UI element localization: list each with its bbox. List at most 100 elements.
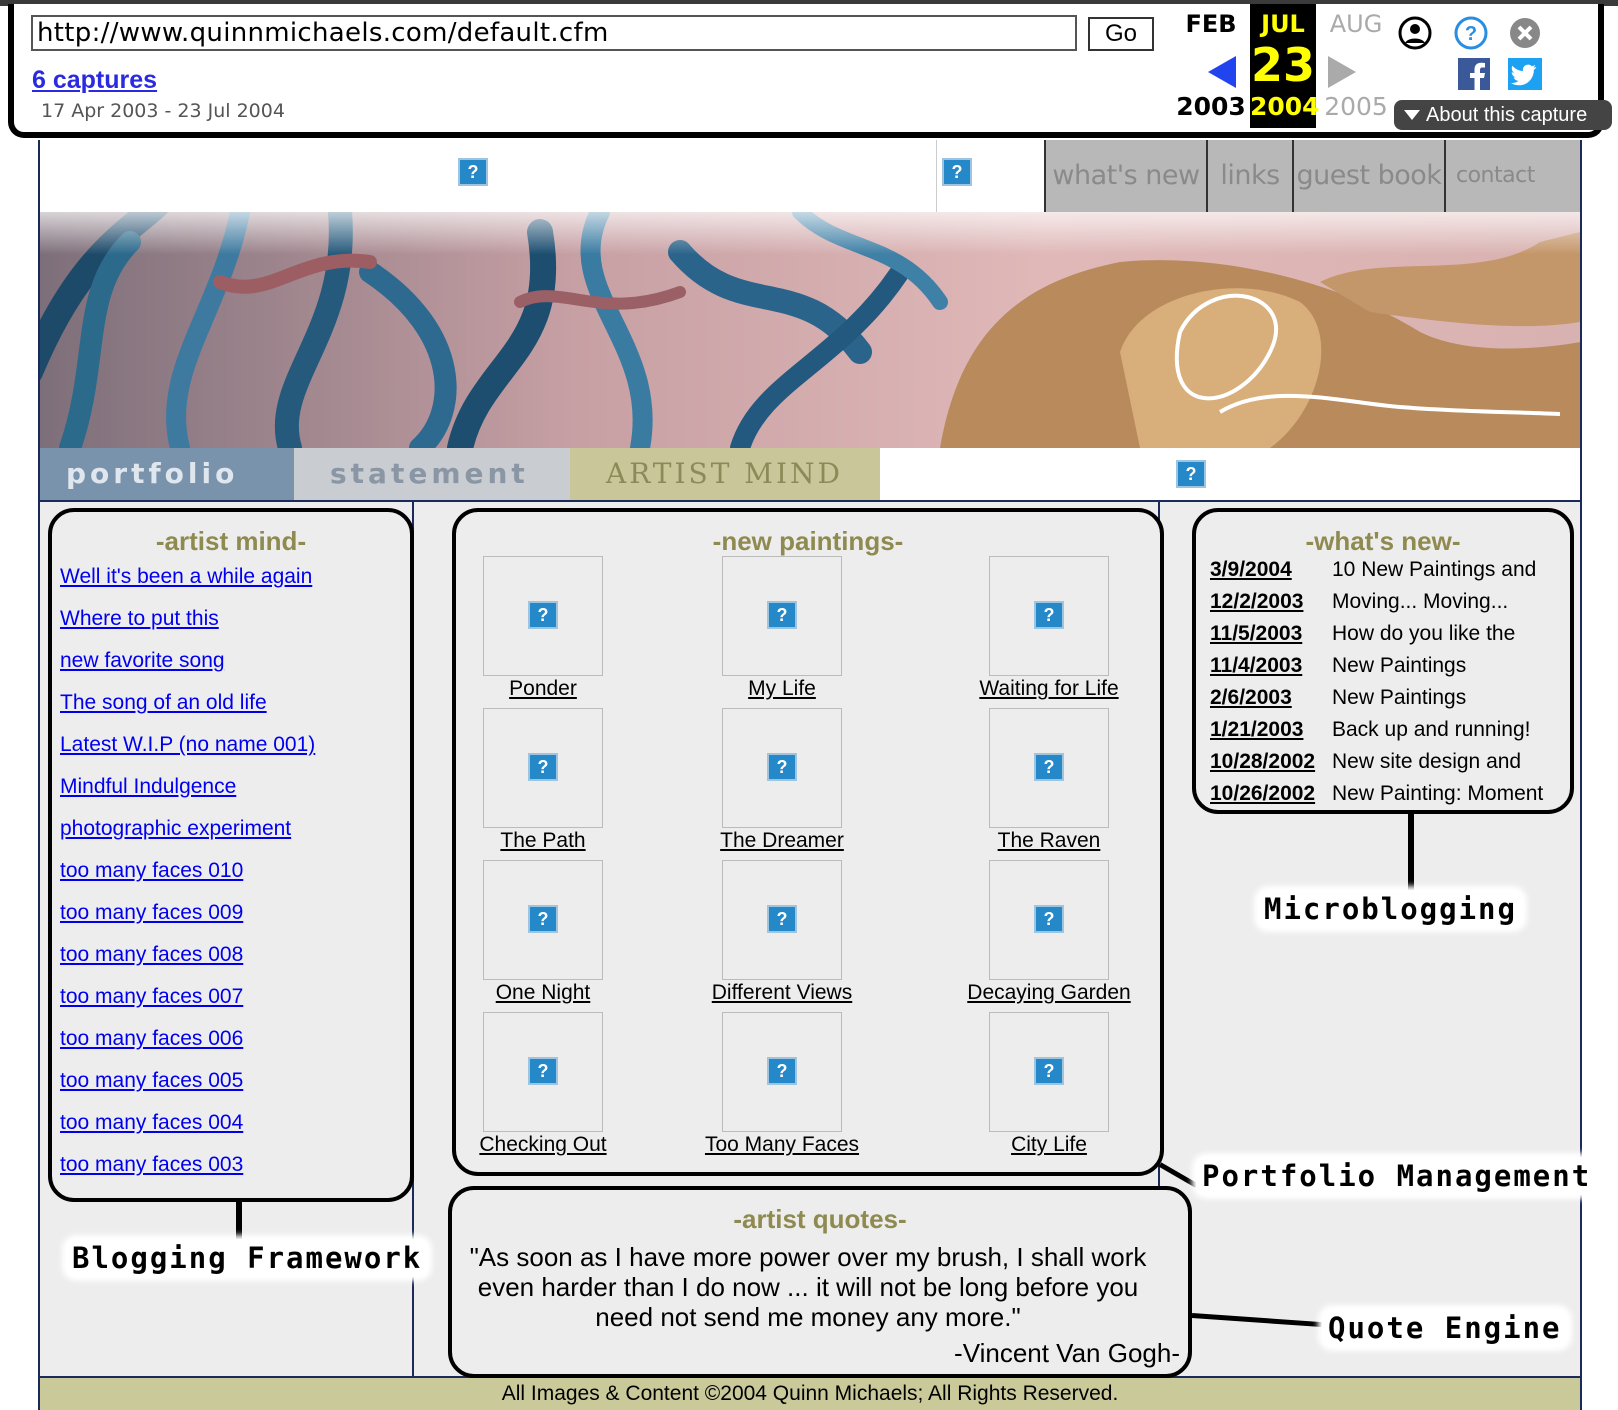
painting-link[interactable]: My Life (662, 677, 902, 701)
prev-capture-arrow-icon[interactable] (1208, 56, 1236, 88)
nav-contact[interactable]: contact (1444, 140, 1580, 212)
broken-image-icon: ? (1034, 601, 1064, 629)
go-button[interactable]: Go (1088, 17, 1154, 51)
painting-thumbnail[interactable]: ? (722, 708, 842, 828)
artist-mind-link[interactable]: Latest W.I.P (no name 001) (60, 733, 315, 757)
annotation-quote-engine: Quote Engine (1322, 1309, 1568, 1347)
artist-mind-link[interactable]: too many faces 006 (60, 1027, 243, 1051)
artist-mind-link[interactable]: too many faces 009 (60, 901, 243, 925)
broken-image-icon: ? (528, 753, 558, 781)
tab-statement[interactable]: statement (294, 448, 570, 500)
artist-mind-link[interactable]: The song of an old life (60, 691, 267, 715)
painting-link[interactable]: Decaying Garden (929, 981, 1169, 1005)
artist-mind-link[interactable]: Mindful Indulgence (60, 775, 236, 799)
painting-link[interactable]: The Dreamer (662, 829, 902, 853)
artist-mind-heading: -artist mind- (155, 526, 307, 556)
quote-author: -Vincent Van Gogh- (954, 1338, 1180, 1368)
next-year-label: 2005 (1324, 92, 1388, 121)
artist-mind-link[interactable]: too many faces 004 (60, 1111, 243, 1135)
broken-image-icon: ? (528, 601, 558, 629)
banner-painting-image (40, 212, 1580, 448)
painting-thumbnail[interactable]: ? (483, 556, 603, 676)
painting-thumbnail[interactable]: ? (989, 860, 1109, 980)
annotation-blogging-framework: Blogging Framework (66, 1239, 429, 1277)
news-date-link[interactable]: 11/4/2003 (1210, 654, 1302, 678)
user-icon[interactable] (1398, 16, 1432, 50)
news-date-link[interactable]: 10/28/2002 (1210, 750, 1315, 774)
news-text: Back up and running! (1332, 718, 1531, 741)
captures-link[interactable]: 6 captures (32, 66, 157, 95)
news-text: New Painting: Moment (1332, 782, 1544, 805)
site-top-bar: ? ? what's new links guest book contact (40, 140, 1580, 212)
painting-thumbnail[interactable]: ? (483, 860, 603, 980)
painting-thumbnail[interactable]: ? (989, 708, 1109, 828)
tab-artist-mind[interactable]: ARTIST MIND (570, 448, 880, 500)
news-date-link[interactable]: 11/5/2003 (1210, 622, 1302, 646)
facebook-icon[interactable] (1458, 58, 1490, 90)
tab-portfolio[interactable]: portfolio (40, 448, 294, 500)
wayback-url-input[interactable]: http://www.quinnmichaels.com/default.cfm (31, 15, 1077, 51)
painting-thumbnail[interactable]: ? (483, 708, 603, 828)
broken-image-icon: ? (1034, 753, 1064, 781)
painting-link[interactable]: Ponder (423, 677, 663, 701)
current-capture-column: JUL 23 2004 (1250, 4, 1320, 128)
artist-mind-link[interactable]: photographic experiment (60, 817, 291, 841)
artist-mind-link[interactable]: too many faces 010 (60, 859, 243, 883)
broken-image-icon: ? (1034, 1057, 1064, 1085)
top-bar-divider (936, 140, 937, 212)
painting-thumbnail[interactable]: ? (989, 556, 1109, 676)
help-icon[interactable]: ? (1454, 16, 1488, 50)
broken-image-icon: ? (1176, 460, 1206, 488)
current-day-label: 23 (1250, 38, 1315, 92)
top-nav: what's new links guest book contact (1044, 140, 1580, 212)
artist-mind-link[interactable]: Well it's been a while again (60, 565, 312, 589)
news-date-link[interactable]: 3/9/2004 (1210, 558, 1292, 582)
painting-thumbnail[interactable]: ? (722, 1012, 842, 1132)
painting-link[interactable]: Different Views (662, 981, 902, 1005)
news-date-link[interactable]: 10/26/2002 (1210, 782, 1315, 806)
artist-mind-link[interactable]: too many faces 008 (60, 943, 243, 967)
painting-thumbnail[interactable]: ? (989, 1012, 1109, 1132)
current-month-label: JUL (1261, 10, 1305, 38)
current-year-label: 2004 (1250, 92, 1320, 121)
section-tabs: portfolio statement ARTIST MIND ? (40, 448, 1580, 502)
painting-link[interactable]: One Night (423, 981, 663, 1005)
artist-mind-link[interactable]: too many faces 003 (60, 1153, 243, 1177)
broken-image-icon: ? (528, 905, 558, 933)
painting-thumbnail[interactable]: ? (722, 556, 842, 676)
painting-link[interactable]: Checking Out (423, 1133, 663, 1157)
news-date-link[interactable]: 1/21/2003 (1210, 718, 1303, 742)
annotation-portfolio-management: Portfolio Management (1196, 1157, 1598, 1195)
painting-link[interactable]: Waiting for Life (929, 677, 1169, 701)
painting-link[interactable]: City Life (929, 1133, 1169, 1157)
artist-mind-link[interactable]: new favorite song (60, 649, 225, 673)
painting-link[interactable]: The Raven (929, 829, 1169, 853)
news-date-link[interactable]: 12/2/2003 (1210, 590, 1303, 614)
annotation-connector (1408, 814, 1414, 900)
close-icon[interactable] (1508, 16, 1542, 50)
painting-thumbnail[interactable]: ? (722, 860, 842, 980)
news-text: 10 New Paintings and (1332, 558, 1537, 581)
artist-mind-link[interactable]: too many faces 005 (60, 1069, 243, 1093)
caret-down-icon (1404, 110, 1420, 120)
next-capture-arrow-icon (1328, 56, 1356, 88)
about-capture-label: About this capture (1426, 104, 1588, 126)
prev-year-label[interactable]: 2003 (1172, 92, 1250, 121)
news-text: New site design and (1332, 750, 1522, 773)
capture-date-range: 17 Apr 2003 - 23 Jul 2004 (41, 100, 285, 122)
broken-image-icon: ? (767, 601, 797, 629)
nav-guest-book[interactable]: guest book (1292, 140, 1444, 212)
painting-thumbnail[interactable]: ? (483, 1012, 603, 1132)
painting-link[interactable]: Too Many Faces (662, 1133, 902, 1157)
svg-text:?: ? (1465, 23, 1477, 45)
twitter-icon[interactable] (1508, 58, 1542, 90)
prev-month-label[interactable]: FEB (1172, 10, 1250, 38)
news-date-link[interactable]: 2/6/2003 (1210, 686, 1292, 710)
nav-links[interactable]: links (1206, 140, 1292, 212)
painting-link[interactable]: The Path (423, 829, 663, 853)
artist-mind-link[interactable]: too many faces 007 (60, 985, 243, 1009)
nav-whats-new[interactable]: what's new (1044, 140, 1206, 212)
artist-mind-link[interactable]: Where to put this (60, 607, 219, 631)
about-capture-button[interactable]: About this capture (1394, 100, 1612, 130)
page-root: { "wayback": { "url": "http://www.quinnm… (0, 0, 1618, 1410)
